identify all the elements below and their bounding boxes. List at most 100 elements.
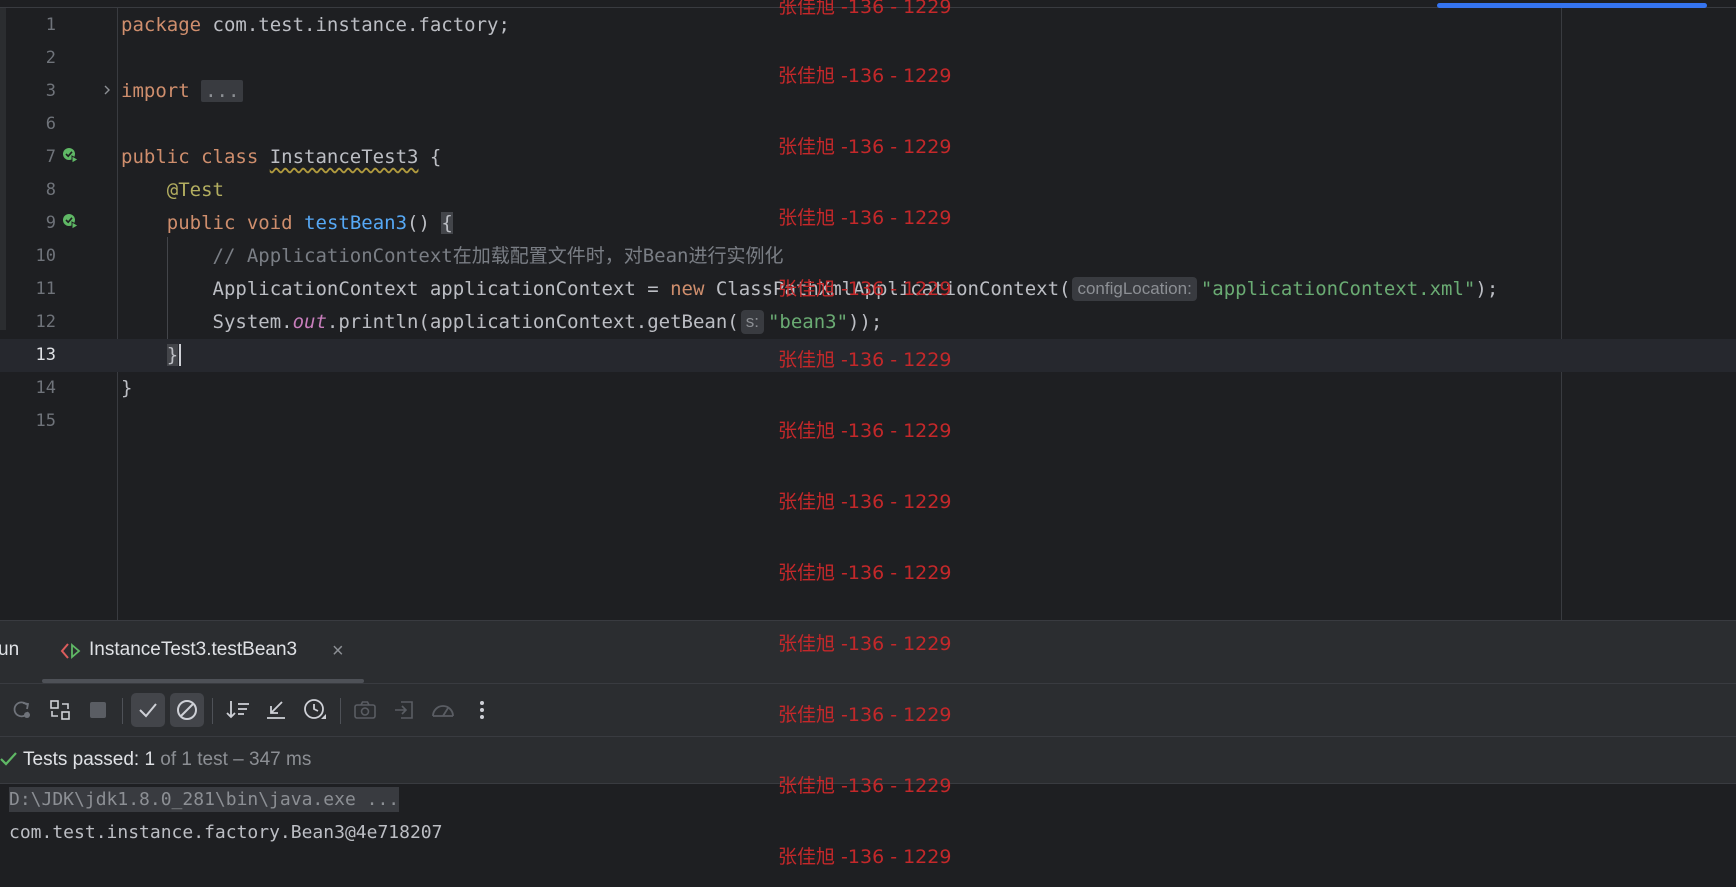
show-passed-icon[interactable] bbox=[131, 693, 165, 727]
line-number: 9 bbox=[45, 213, 56, 233]
keyword: package bbox=[121, 14, 202, 36]
rerun-icon[interactable] bbox=[5, 693, 39, 727]
code-text: import ... bbox=[121, 75, 244, 108]
line-number: 7 bbox=[45, 147, 56, 167]
progress-bar bbox=[1437, 3, 1707, 8]
show-ignored-icon[interactable] bbox=[170, 693, 204, 727]
matched-brace: } bbox=[166, 344, 179, 366]
line-number: 1 bbox=[45, 15, 56, 35]
code-segment: .println(applicationContext.getBean( bbox=[326, 311, 739, 333]
test-status-text: Tests passed: 1 of 1 test – 347 ms bbox=[23, 749, 311, 771]
code-segment: )); bbox=[848, 311, 883, 333]
code-text: @Test bbox=[121, 174, 224, 207]
code-segment: System. bbox=[212, 311, 293, 333]
rerun-failed-icon[interactable] bbox=[43, 693, 77, 727]
folded-imports[interactable]: ... bbox=[201, 80, 244, 102]
watermark-text: 张佳旭 -136 - 1229 bbox=[778, 207, 952, 229]
annotation: @Test bbox=[166, 179, 224, 201]
text-caret bbox=[179, 344, 182, 366]
brace: { bbox=[418, 146, 442, 168]
line-number: 3 bbox=[45, 81, 56, 101]
line-number: 15 bbox=[35, 411, 56, 431]
line-number: 2 bbox=[45, 48, 56, 68]
watermark-text: 张佳旭 -136 - 1229 bbox=[778, 633, 952, 655]
junit-icon bbox=[60, 643, 81, 659]
parameter-hint: s: bbox=[740, 310, 764, 334]
collapse-icon[interactable] bbox=[259, 693, 293, 727]
code-line[interactable]: 14 } bbox=[0, 372, 1736, 405]
status-detail: of 1 test – 347 ms bbox=[155, 749, 312, 770]
stop-icon[interactable] bbox=[81, 693, 115, 727]
comment: // ApplicationContext在加载配置文件时，对Bean进行实例化 bbox=[212, 245, 784, 267]
keyword: new bbox=[670, 278, 705, 300]
tab-label: InstanceTest3.testBean3 bbox=[89, 639, 298, 660]
package-name: com.test.instance.factory; bbox=[201, 14, 510, 36]
check-icon bbox=[0, 752, 17, 766]
watermark-text: 张佳旭 -136 - 1229 bbox=[778, 775, 952, 797]
line-number: 13 bbox=[35, 345, 56, 365]
console-output-line: com.test.instance.factory.Bean3@4e718207 bbox=[9, 822, 443, 843]
line-number: 14 bbox=[35, 378, 56, 398]
watermark-text: 张佳旭 -136 - 1229 bbox=[778, 0, 952, 18]
console-output[interactable]: D:\JDK\jdk1.8.0_281\bin\java.exe ... com… bbox=[0, 784, 1736, 887]
keyword: public class bbox=[121, 146, 259, 168]
more-icon[interactable] bbox=[465, 693, 499, 727]
tab-selected-indicator bbox=[42, 679, 364, 683]
watermark-text: 张佳旭 -136 - 1229 bbox=[778, 491, 952, 513]
code-text: public void testBean3() { bbox=[121, 207, 453, 240]
import-icon[interactable] bbox=[387, 693, 421, 727]
static-field: out bbox=[292, 311, 327, 333]
toolbar-separator bbox=[340, 698, 341, 724]
code-text: } bbox=[121, 372, 132, 405]
string-literal: "applicationContext.xml" bbox=[1200, 278, 1476, 300]
status-label: Tests passed: bbox=[23, 749, 145, 770]
parens: () bbox=[407, 212, 442, 234]
toolbar-separator bbox=[122, 698, 123, 724]
code-segment: ); bbox=[1475, 278, 1499, 300]
java-command[interactable]: D:\JDK\jdk1.8.0_281\bin\java.exe ... bbox=[9, 787, 400, 812]
history-icon[interactable] bbox=[298, 693, 332, 727]
code-editor[interactable]: 1 package com.test.instance.factory; 2 3… bbox=[0, 0, 1736, 620]
sort-icon[interactable] bbox=[221, 693, 255, 727]
code-text: } bbox=[121, 339, 182, 372]
code-text: // ApplicationContext在加载配置文件时，对Bean进行实例化 bbox=[121, 240, 784, 273]
run-panel-title: un bbox=[0, 639, 20, 660]
code-line[interactable]: 10 // ApplicationContext在加载配置文件时，对Bean进行… bbox=[0, 240, 1736, 273]
toolbar-separator bbox=[212, 698, 213, 724]
keyword: import bbox=[121, 80, 190, 102]
run-test-icon[interactable] bbox=[62, 213, 80, 231]
passed-count: 1 bbox=[144, 749, 156, 770]
console-command-line[interactable]: D:\JDK\jdk1.8.0_281\bin\java.exe ... bbox=[9, 787, 400, 812]
method-name: testBean3 bbox=[304, 212, 408, 234]
tab-run-configuration[interactable]: InstanceTest3.testBean3 × bbox=[58, 621, 364, 681]
code-text: public class InstanceTest3 { bbox=[121, 141, 441, 174]
parameter-hint: configLocation: bbox=[1072, 277, 1197, 301]
watermark-text: 张佳旭 -136 - 1229 bbox=[778, 136, 952, 158]
watermark-text: 张佳旭 -136 - 1229 bbox=[778, 349, 952, 371]
watermark-text: 张佳旭 -136 - 1229 bbox=[778, 278, 952, 300]
class-name: InstanceTest3 bbox=[269, 146, 419, 168]
run-test-icon[interactable] bbox=[62, 147, 80, 165]
keyword: public void bbox=[166, 212, 293, 234]
watermark-text: 张佳旭 -136 - 1229 bbox=[778, 562, 952, 584]
close-icon[interactable]: × bbox=[332, 640, 344, 663]
watermark-text: 张佳旭 -136 - 1229 bbox=[778, 65, 952, 87]
watermark-text: 张佳旭 -136 - 1229 bbox=[778, 704, 952, 726]
brace: } bbox=[121, 377, 133, 399]
watermark-text: 张佳旭 -136 - 1229 bbox=[778, 846, 952, 868]
screenshot-icon[interactable] bbox=[348, 693, 382, 727]
line-number: 8 bbox=[45, 180, 56, 200]
watermark-text: 张佳旭 -136 - 1229 bbox=[778, 420, 952, 442]
code-text: package com.test.instance.factory; bbox=[121, 9, 510, 42]
code-segment: ApplicationContext applicationContext = bbox=[212, 278, 671, 300]
string-literal: "bean3" bbox=[767, 311, 849, 333]
coverage-icon[interactable] bbox=[426, 693, 460, 727]
code-text: System.out.println(applicationContext.ge… bbox=[121, 306, 882, 339]
line-number: 10 bbox=[35, 246, 56, 266]
matched-brace: { bbox=[441, 212, 453, 234]
fold-arrow-icon[interactable] bbox=[101, 84, 113, 96]
line-number: 11 bbox=[35, 279, 56, 299]
line-number: 12 bbox=[35, 312, 56, 332]
line-number: 6 bbox=[45, 114, 56, 134]
code-line[interactable]: 12 System.out.println(applicationContext… bbox=[0, 306, 1736, 339]
